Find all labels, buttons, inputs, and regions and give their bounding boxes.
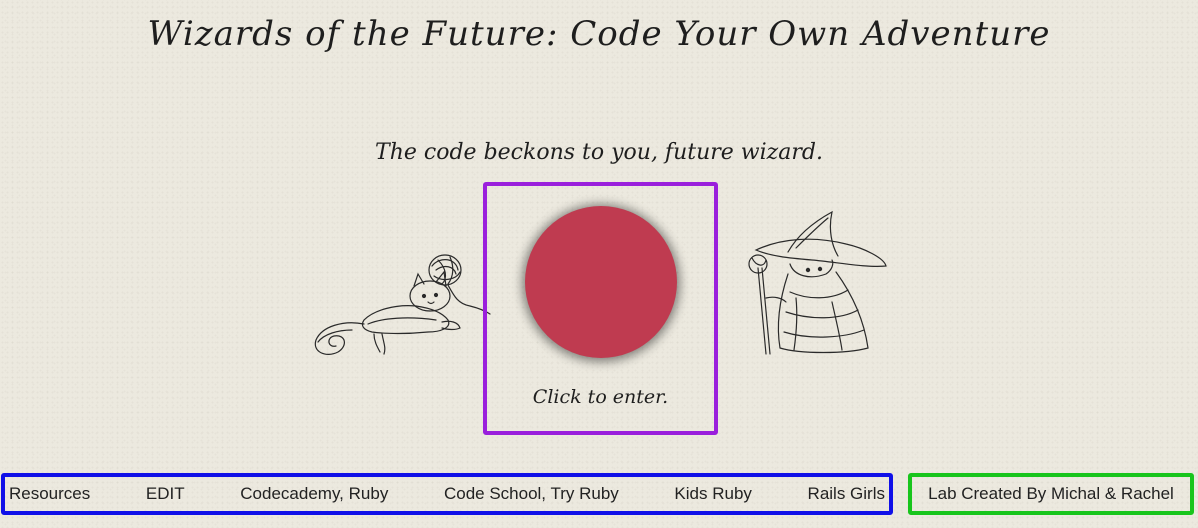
enter-button-area[interactable]: Click to enter.	[483, 182, 718, 435]
page-subtitle: The code beckons to you, future wizard.	[375, 140, 823, 165]
enter-label[interactable]: Click to enter.	[487, 386, 714, 408]
page-title: Wizards of the Future: Code Your Own Adv…	[147, 14, 1051, 54]
credit-box: Lab Created By Michal & Rachel	[908, 473, 1194, 515]
nav-link-kids-ruby[interactable]: Kids Ruby	[674, 484, 751, 504]
wizard-sketch-icon	[748, 210, 887, 355]
nav-link-edit[interactable]: EDIT	[146, 484, 185, 504]
cat-sketch-icon	[314, 254, 491, 355]
nav-link-rails-girls[interactable]: Rails Girls	[808, 484, 885, 504]
nav-link-resources[interactable]: Resources	[9, 484, 90, 504]
nav-link-code-school-try-ruby[interactable]: Code School, Try Ruby	[444, 484, 619, 504]
resource-nav: Resources EDIT Codecademy, Ruby Code Sch…	[1, 473, 893, 515]
enter-button[interactable]	[525, 206, 677, 358]
credit-text: Lab Created By Michal & Rachel	[928, 484, 1174, 503]
nav-link-codecademy-ruby[interactable]: Codecademy, Ruby	[240, 484, 388, 504]
